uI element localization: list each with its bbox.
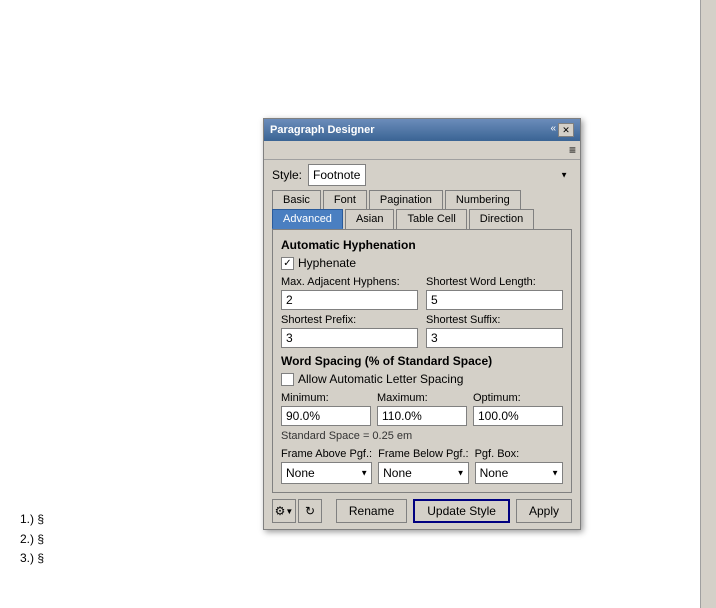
apply-button[interactable]: Apply	[516, 499, 572, 523]
hyphenate-label: Hyphenate	[298, 256, 356, 270]
standard-space-text: Standard Space = 0.25 em	[281, 430, 563, 442]
list-item-3: 3.) §	[20, 549, 44, 568]
tab-pagination[interactable]: Pagination	[369, 190, 443, 209]
hyphen-fields-row2: Shortest Prefix: Shortest Suffix:	[281, 314, 563, 348]
dialog-title: Paragraph Designer	[270, 124, 375, 136]
rename-button[interactable]: Rename	[336, 499, 407, 523]
shortest-prefix-label: Shortest Prefix:	[281, 314, 418, 326]
shortest-word-input[interactable]	[426, 290, 563, 310]
refresh-icon: ↻	[305, 504, 315, 518]
tab-asian[interactable]: Asian	[345, 209, 395, 229]
scrollbar[interactable]	[700, 0, 716, 608]
hyphenate-checkbox[interactable]: ✓	[281, 257, 294, 270]
word-spacing-title: Word Spacing (% of Standard Space)	[281, 354, 563, 368]
shortest-suffix-label: Shortest Suffix:	[426, 314, 563, 326]
gear-icon: ⚙	[275, 504, 286, 518]
tabs-row-1: Basic Font Pagination Numbering	[272, 190, 572, 209]
title-controls: « ✕	[550, 123, 574, 137]
max-adjacent-group: Max. Adjacent Hyphens:	[281, 276, 418, 310]
optimum-group: Optimum:	[473, 392, 563, 426]
frame-box-label: Pgf. Box:	[475, 448, 563, 460]
shortest-prefix-group: Shortest Prefix:	[281, 314, 418, 348]
spacing-fields-row: Minimum: Maximum: Optimum:	[281, 392, 563, 426]
shortest-word-label: Shortest Word Length:	[426, 276, 563, 288]
shortest-suffix-group: Shortest Suffix:	[426, 314, 563, 348]
tabs-container: Basic Font Pagination Numbering Advanced…	[264, 190, 580, 229]
frame-above-select[interactable]: None	[281, 462, 372, 484]
maximum-label: Maximum:	[377, 392, 467, 404]
tab-advanced[interactable]: Advanced	[272, 209, 343, 229]
menu-icon[interactable]: ≡	[569, 143, 576, 157]
max-adjacent-input[interactable]	[281, 290, 418, 310]
shortest-suffix-input[interactable]	[426, 328, 563, 348]
frame-box-wrapper: None	[475, 462, 563, 484]
tab-numbering[interactable]: Numbering	[445, 190, 521, 209]
frame-below-label: Frame Below Pgf.:	[378, 448, 468, 460]
shortest-word-group: Shortest Word Length:	[426, 276, 563, 310]
hyphenate-row: ✓ Hyphenate	[281, 256, 563, 270]
paragraph-designer-dialog: Paragraph Designer « ✕ ≡ Style: Footnote…	[263, 118, 581, 530]
allow-spacing-label: Allow Automatic Letter Spacing	[298, 372, 463, 386]
style-label: Style:	[272, 168, 302, 182]
toolbar-left: ⚙ ▼ ↻	[272, 499, 322, 523]
minimum-group: Minimum:	[281, 392, 371, 426]
style-select-wrapper: Footnote	[308, 164, 572, 186]
tab-direction[interactable]: Direction	[469, 209, 534, 229]
allow-spacing-checkbox[interactable]	[281, 373, 294, 386]
toolbar-right: Rename Update Style Apply	[336, 499, 572, 523]
frame-box-group: Pgf. Box: None	[475, 448, 563, 484]
menu-bar: ≡	[264, 141, 580, 160]
word-spacing-section: Word Spacing (% of Standard Space) Allow…	[281, 354, 563, 442]
collapse-icon[interactable]: «	[550, 123, 556, 137]
shortest-prefix-input[interactable]	[281, 328, 418, 348]
style-select[interactable]: Footnote	[308, 164, 366, 186]
list-item-2: 2.) §	[20, 530, 44, 549]
tab-table-cell[interactable]: Table Cell	[396, 209, 466, 229]
style-row: Style: Footnote	[264, 160, 580, 190]
optimum-label: Optimum:	[473, 392, 563, 404]
content-panel: Automatic Hyphenation ✓ Hyphenate Max. A…	[272, 229, 572, 493]
list-item-1: 1.) §	[20, 510, 44, 529]
maximum-group: Maximum:	[377, 392, 467, 426]
allow-spacing-row: Allow Automatic Letter Spacing	[281, 372, 563, 386]
max-adjacent-label: Max. Adjacent Hyphens:	[281, 276, 418, 288]
update-style-button[interactable]: Update Style	[413, 499, 510, 523]
tab-basic[interactable]: Basic	[272, 190, 321, 209]
tab-font[interactable]: Font	[323, 190, 367, 209]
frame-below-group: Frame Below Pgf.: None	[378, 448, 468, 484]
frame-row: Frame Above Pgf.: None Frame Below Pgf.:…	[281, 448, 563, 484]
hyphen-fields-row1: Max. Adjacent Hyphens: Shortest Word Len…	[281, 276, 563, 310]
maximum-input[interactable]	[377, 406, 467, 426]
refresh-button[interactable]: ↻	[298, 499, 322, 523]
optimum-input[interactable]	[473, 406, 563, 426]
title-bar: Paragraph Designer « ✕	[264, 119, 580, 141]
bottom-toolbar: ⚙ ▼ ↻ Rename Update Style Apply	[264, 493, 580, 529]
frame-below-select[interactable]: None	[378, 462, 468, 484]
sidebar-content: 1.) § 2.) § 3.) §	[20, 510, 44, 568]
minimum-label: Minimum:	[281, 392, 371, 404]
frame-box-select[interactable]: None	[475, 462, 563, 484]
gear-button[interactable]: ⚙ ▼	[272, 499, 296, 523]
close-button[interactable]: ✕	[558, 123, 574, 137]
frame-below-wrapper: None	[378, 462, 468, 484]
frame-above-wrapper: None	[281, 462, 372, 484]
hyphenation-title: Automatic Hyphenation	[281, 238, 563, 252]
tabs-row-2: Advanced Asian Table Cell Direction	[272, 209, 572, 229]
frame-above-label: Frame Above Pgf.:	[281, 448, 372, 460]
frame-above-group: Frame Above Pgf.: None	[281, 448, 372, 484]
minimum-input[interactable]	[281, 406, 371, 426]
dropdown-arrow: ▼	[285, 507, 293, 516]
